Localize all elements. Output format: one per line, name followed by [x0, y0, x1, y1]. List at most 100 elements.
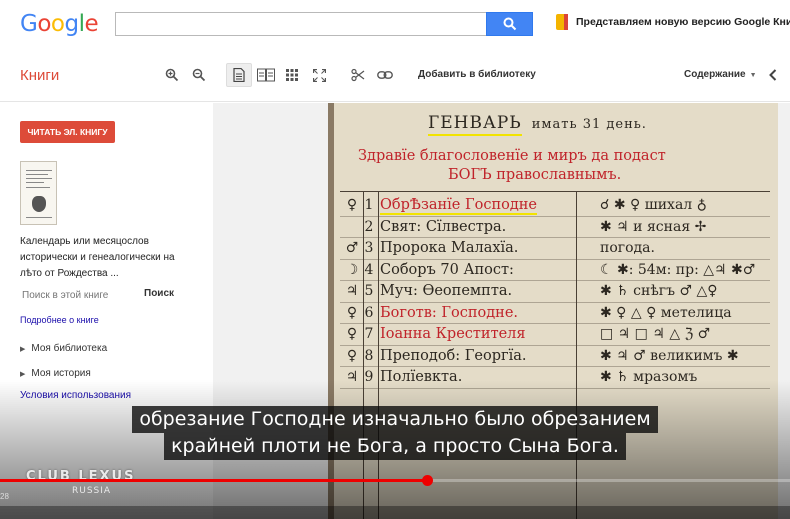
caret-down-icon: ▼ [749, 72, 757, 79]
fullscreen-icon[interactable] [306, 63, 332, 87]
planet-symbol: ♃ [345, 369, 359, 385]
page-greeting: Здравїе благословенїе и миръ да подаст Б… [358, 147, 666, 185]
weather-notes: ✱ ♄ мразомъ [600, 369, 698, 385]
feast-name: ОбрѢзанїе Господне [380, 197, 590, 215]
feast-text: Боготв: Господне. [380, 304, 519, 321]
feast-text: Преподоб: Георгїа. [380, 347, 527, 364]
day-number: 9 [364, 369, 374, 385]
logo-letter: e [84, 11, 99, 37]
nav-label: Моя история [31, 368, 91, 379]
logo-letter: o [37, 11, 51, 37]
feast-text: ОбрѢзанїе Господне [380, 197, 538, 215]
calendar-row: ♃ 5 Муч: Ѳеопемпта. ✱ ♄ снѣгъ ♂ △♀ [342, 281, 718, 301]
calendar-row: ☽ 4 Соборъ 70 Апост: ☾ ✱: 54м: пр: △♃ ✱♂ [342, 260, 756, 280]
day-number: 3 [364, 240, 374, 256]
emblem-icon [32, 196, 46, 212]
day-number: 8 [364, 347, 374, 364]
weather-notes: ✱ ♀ △ ♀ метелица [600, 304, 732, 321]
new-version-promo[interactable]: Представляем новую версию Google Книг! [556, 14, 790, 30]
feast-name: Полїевкта. [380, 369, 590, 385]
book-cover-thumbnail[interactable] [20, 161, 57, 225]
progress-scrubber[interactable] [421, 475, 433, 486]
books-icon [556, 14, 568, 30]
page-month-heading: ГЕНВАРЬ имать 31 день. [428, 113, 647, 136]
logo-letter: g [64, 11, 79, 37]
calendar-row: ♂ 3 Пророка Малахїа. погода. [342, 238, 655, 258]
in-book-search-button[interactable]: Поиск [144, 288, 174, 299]
feast-text: Полїевкта. [380, 369, 463, 385]
read-ebook-button[interactable]: ЧИТАТЬ ЭЛ. КНИГУ [20, 121, 115, 143]
two-page-icon[interactable] [253, 63, 279, 87]
nav-label: Моя библиотека [31, 343, 108, 354]
grid-view-icon[interactable] [279, 63, 305, 87]
contents-label: Содержание [684, 69, 746, 80]
terms-of-use-link[interactable]: Условия использования [20, 390, 131, 401]
weather-notes: ☾ ✱: 54м: пр: △♃ ✱♂ [600, 261, 756, 278]
collapse-button[interactable] [762, 63, 784, 87]
subtitle-caption: обрезание Господне изначально было обрез… [0, 406, 790, 460]
calendar-row: 2 Свят: Сїлвестра. ✱ ♃ и ясная ✢ [342, 217, 707, 237]
calendar-row: ♃ 9 Полїевкта. ✱ ♄ мразомъ [342, 367, 698, 387]
in-book-search-input[interactable] [20, 284, 135, 306]
video-progress-bar[interactable] [0, 475, 790, 486]
books-toolbar: Книги Добавить в библиотеку Содержание ▼ [0, 50, 790, 102]
zoom-in-icon[interactable] [159, 63, 185, 87]
feast-text: Свят: Сїлвестра. [380, 218, 507, 235]
search-bar [115, 12, 533, 36]
planet-symbol: ♂ [345, 240, 359, 256]
planet-symbol: ☽ [345, 261, 359, 278]
clip-icon[interactable] [345, 63, 371, 87]
google-logo[interactable]: Google [20, 11, 99, 37]
row-rule [340, 387, 770, 389]
feast-name: Пророка Малахїа. [380, 240, 590, 256]
planet-symbol: ♀ [346, 347, 358, 364]
add-to-library-button[interactable]: Добавить в библиотеку [418, 69, 536, 80]
month-name: ГЕНВАРЬ [428, 113, 522, 136]
weather-notes: □ ♃ □ ♃ △ ℨ ♂ [600, 326, 711, 342]
weather-notes: ✱ ♃ и ясная ✢ [600, 218, 707, 235]
about-book-link[interactable]: Подробнее о книге [20, 315, 99, 325]
calendar-row: ♀ 7 Іоанна Крестителя □ ♃ □ ♃ △ ℨ ♂ [342, 324, 710, 344]
feast-text: Соборъ 70 Апост: [380, 261, 514, 278]
zoom-out-icon[interactable] [186, 63, 212, 87]
calendar-row: ♀ 6 Боготв: Господне. ✱ ♀ △ ♀ метелица [342, 303, 732, 323]
watermark-subtitle: RUSSIA [72, 486, 112, 496]
nav-my-history[interactable]: ▶ Моя история [20, 368, 91, 379]
app-title[interactable]: Книги [20, 67, 59, 84]
single-page-icon[interactable] [226, 63, 252, 87]
weather-notes: ✱ ♄ снѣгъ ♂ △♀ [600, 283, 718, 299]
logo-letter: o [50, 11, 65, 37]
feast-text: Пророка Малахїа. [380, 240, 519, 256]
search-input[interactable] [115, 12, 487, 36]
day-number: 5 [364, 283, 374, 299]
link-icon[interactable] [372, 63, 398, 87]
day-number: 2 [364, 218, 374, 235]
search-icon [503, 17, 516, 31]
feast-name: Соборъ 70 Апост: [380, 262, 590, 278]
search-button[interactable] [486, 12, 533, 36]
logo-letter: G [20, 11, 38, 37]
calendar-row: ♀ 8 Преподоб: Георгїа. ✱ ♃ ♂ великимъ ✱ [342, 346, 739, 366]
feast-name: Боготв: Господне. [380, 305, 590, 321]
feast-name: Преподоб: Георгїа. [380, 348, 590, 364]
day-number: 4 [364, 261, 374, 278]
top-header: Google Представляем новую версию Google … [0, 0, 790, 50]
chevron-left-icon [769, 69, 777, 81]
day-number: 6 [364, 304, 374, 321]
contents-dropdown[interactable]: Содержание ▼ [684, 69, 757, 80]
greeting-line-1: Здравїе благословенїе и миръ да подаст [358, 148, 666, 164]
triangle-right-icon: ▶ [20, 346, 26, 353]
planet-symbol: ♀ [346, 326, 358, 342]
caption-line-2: крайней плоти не Бога, а просто Сына Бог… [164, 433, 626, 460]
weather-notes: погода. [600, 240, 655, 256]
book-title[interactable]: Календарь или месяцослов исторически и г… [20, 234, 195, 282]
planet-symbol: ♀ [346, 197, 358, 213]
day-number: 7 [364, 326, 374, 342]
feast-name: Свят: Сїлвестра. [380, 219, 590, 235]
nav-my-library[interactable]: ▶ Моя библиотека [20, 343, 107, 354]
greeting-line-2: БОГЪ православнымъ. [448, 167, 622, 183]
video-timecode: 28 [0, 492, 9, 501]
feast-text: Іоанна Крестителя [380, 326, 526, 342]
month-days: имать 31 день. [531, 117, 647, 132]
promo-text: Представляем новую версию Google Книг! [576, 16, 790, 28]
